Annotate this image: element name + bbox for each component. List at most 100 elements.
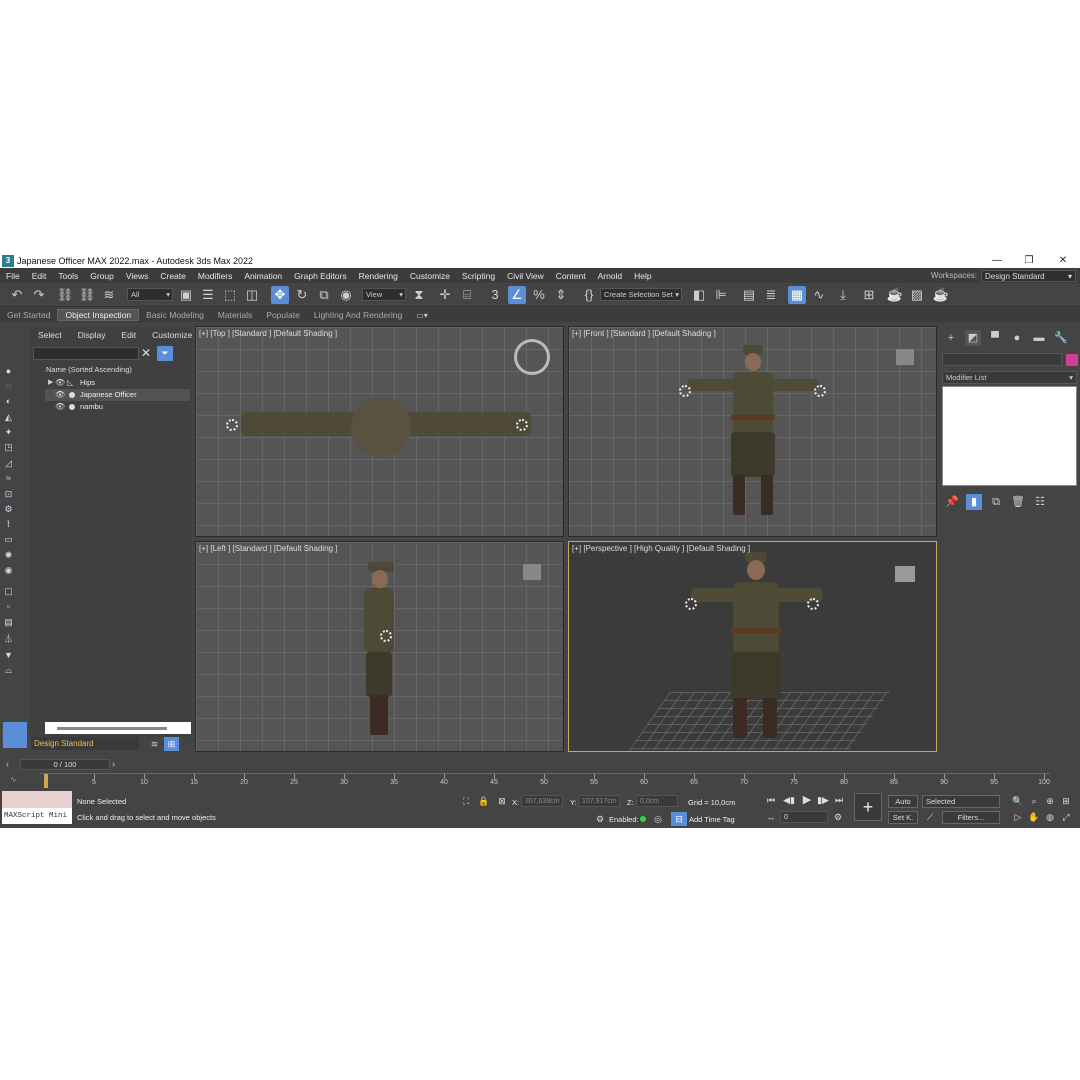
menu-scripting[interactable]: Scripting (456, 271, 501, 281)
pin-stack-icon[interactable]: 📌 (944, 494, 960, 510)
viewport-label[interactable]: [+] [Perspective ] [High Quality ] [Defa… (572, 544, 750, 553)
make-unique-icon[interactable]: ⧉ (988, 494, 1004, 510)
snaps-toggle-icon[interactable]: 3 (486, 286, 504, 304)
configure-modifier-sets-icon[interactable]: ☷ (1032, 494, 1048, 510)
create-tab-icon[interactable]: + (943, 330, 959, 346)
modifier-stack[interactable] (942, 386, 1077, 486)
tab-edit[interactable]: Edit (114, 330, 145, 340)
time-tag-icon[interactable]: ⊟ (671, 812, 687, 826)
modifier-list-dropdown[interactable]: Modifier List (942, 371, 1077, 384)
viewcube[interactable] (523, 564, 541, 580)
select-by-name-icon[interactable]: ☰ (199, 286, 217, 304)
x-coordinate-field[interactable]: 307,638cm (521, 795, 563, 807)
tab-object-inspection[interactable]: Object Inspection (57, 309, 140, 321)
menu-animation[interactable]: Animation (238, 271, 288, 281)
z-coordinate-field[interactable]: 0,0cm (636, 795, 678, 807)
menu-modifiers[interactable]: Modifiers (192, 271, 238, 281)
viewport-perspective[interactable]: [+] [Perspective ] [High Quality ] [Defa… (568, 541, 937, 752)
move-icon[interactable]: ✥ (271, 286, 289, 304)
display-bones-icon[interactable]: ⌇ (2, 518, 15, 530)
zoom-extents-icon[interactable]: ⊕ (1042, 794, 1058, 808)
tab-basic-modeling[interactable]: Basic Modeling (139, 310, 211, 320)
name-column-header[interactable]: Name (Sorted Ascending) (46, 365, 132, 374)
scene-explorer-icon[interactable]: ▤ (740, 286, 758, 304)
pivot-center-icon[interactable]: ⧗ (410, 286, 428, 304)
list-item-nambu[interactable]: 👁 nambu (45, 401, 190, 413)
previous-frame-icon[interactable]: ◀▮ (781, 793, 797, 807)
window-crossing-icon[interactable]: ◫ (243, 286, 261, 304)
tab-select[interactable]: Select (30, 330, 70, 340)
menu-group[interactable]: Group (84, 271, 120, 281)
tab-materials[interactable]: Materials (211, 310, 259, 320)
list-item-japanese-officer[interactable]: 👁 Japanese Officer (45, 389, 190, 401)
select-manipulate-icon[interactable]: ✛ (436, 286, 454, 304)
display-spacewarps-icon[interactable]: ≈ (2, 472, 15, 484)
selection-lock-icon[interactable]: 🔒 (476, 794, 492, 808)
tab-get-started[interactable]: Get Started (0, 310, 57, 320)
adaptive-degradation-icon[interactable]: ⚙ (592, 812, 608, 826)
menu-views[interactable]: Views (120, 271, 155, 281)
explorer-toggle-button[interactable] (3, 722, 27, 748)
next-frame-button-icon[interactable]: ▮▶ (815, 793, 831, 807)
menu-create[interactable]: Create (154, 271, 192, 281)
set-key-big-button[interactable]: + (854, 793, 882, 821)
workspaces-dropdown[interactable]: Design Standard (981, 269, 1076, 283)
menu-help[interactable]: Help (628, 271, 657, 281)
timeline-track[interactable]: 5 10 15 20 25 30 35 40 45 50 55 60 65 70 75 80 85 90 95 100 (40, 773, 1050, 789)
maximize-button[interactable]: ❐ (1012, 253, 1046, 268)
zoom-extents-all-icon[interactable]: ⊞ (1058, 794, 1074, 808)
place-icon[interactable]: ◉ (337, 286, 355, 304)
select-object-icon[interactable]: ▣ (177, 286, 195, 304)
add-time-tag-button[interactable]: Add Time Tag (689, 815, 735, 824)
auto-key-button[interactable]: Auto (888, 795, 918, 808)
menu-graph-editors[interactable]: Graph Editors (288, 271, 352, 281)
filter-icon[interactable]: ⏃ (2, 633, 15, 645)
close-button[interactable]: ✕ (1046, 253, 1080, 268)
percent-snap-icon[interactable]: % (530, 286, 548, 304)
curve-editor-mini-icon[interactable]: ∿ (10, 775, 17, 784)
object-color-swatch[interactable] (1066, 354, 1078, 366)
angle-snap-icon[interactable]: ∠ (508, 286, 526, 304)
list-icon[interactable]: ▤ (2, 616, 15, 628)
display-containers-icon[interactable]: ▭ (2, 533, 15, 545)
display-geometry-icon[interactable]: ◐ (2, 395, 15, 407)
display-shapes-icon[interactable]: ◭ (2, 411, 15, 423)
motion-tab-icon[interactable]: ● (1009, 330, 1025, 346)
hierarchy-view-icon[interactable]: ⊞ (164, 737, 179, 751)
eye-icon[interactable]: 👁 (55, 389, 65, 401)
display-particles-icon[interactable]: ✺ (2, 549, 15, 561)
schematic-view-icon[interactable]: ⤓ (834, 286, 852, 304)
redo-icon[interactable]: ↷ (30, 286, 48, 304)
render-production-icon[interactable]: ☕ (932, 286, 950, 304)
scale-icon[interactable]: ⧉ (315, 286, 333, 304)
display-all-icon[interactable]: ◉ (2, 564, 15, 576)
tab-populate[interactable]: Populate (259, 310, 307, 320)
named-selection-set-dropdown[interactable]: Create Selection Set (600, 288, 682, 301)
remove-modifier-icon[interactable]: 🗑 (1010, 494, 1026, 510)
play-icon[interactable]: ▶ (799, 793, 815, 807)
modify-tab-icon[interactable]: ◩ (965, 330, 981, 346)
find-icon[interactable]: ▼ (2, 649, 15, 661)
maxscript-mini-input[interactable]: MAXScript Mini (2, 808, 72, 824)
next-frame-icon[interactable]: › (112, 759, 115, 769)
display-xrefs-icon[interactable]: ⚙ (2, 503, 15, 515)
rendered-frame-window-icon[interactable]: ▨ (908, 286, 926, 304)
curve-editor-icon[interactable]: ∿ (810, 286, 828, 304)
maxscript-listener[interactable] (2, 791, 72, 808)
toggle-ribbon-icon[interactable]: ▦ (788, 286, 806, 304)
zoom-all-icon[interactable]: ⌕ (1026, 794, 1042, 808)
menu-rendering[interactable]: Rendering (353, 271, 404, 281)
absolute-mode-icon[interactable]: ⊠ (494, 794, 510, 808)
display-tab-icon[interactable]: ▬ (1031, 330, 1047, 346)
link-icon[interactable]: ⛓ (56, 286, 74, 304)
select-tool-icon[interactable]: ● (2, 365, 15, 377)
workspace-explorer-dropdown[interactable]: Design Standard (31, 737, 139, 750)
prev-frame-icon[interactable]: ‹ (6, 759, 9, 769)
reference-coordinate-dropdown[interactable]: View (362, 288, 406, 301)
hierarchy-icon[interactable]: ⌓ (2, 664, 15, 676)
align-icon[interactable]: ⊫ (712, 286, 730, 304)
layer-explorer-icon[interactable]: ≣ (762, 286, 780, 304)
display-none-icon[interactable]: ◌ (2, 380, 15, 392)
go-to-end-icon[interactable]: ⏭ (831, 793, 847, 807)
maximize-viewport-icon[interactable]: ⤢ (1058, 810, 1074, 824)
